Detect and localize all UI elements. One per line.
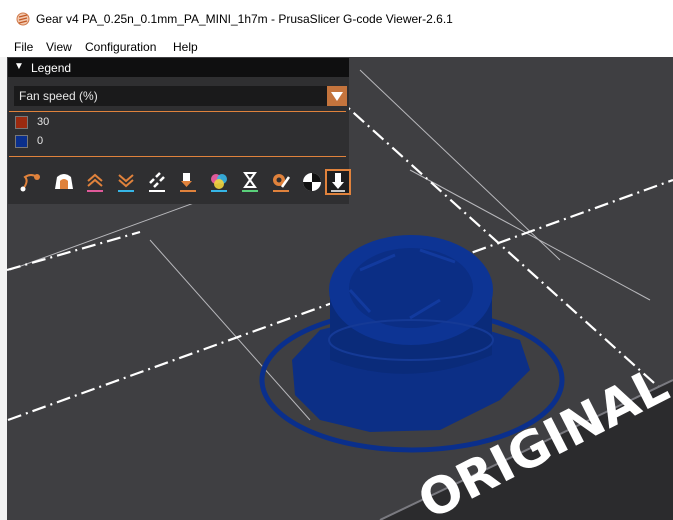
color-changes-toggle[interactable] (206, 169, 232, 195)
tool-changes-icon (180, 173, 196, 192)
seams-icon (149, 172, 165, 192)
tool-marker-icon (331, 173, 345, 192)
title-bar: Gear v4 PA_0.25n_0.1mm_PA_MINI_1h7m - Pr… (0, 0, 673, 37)
prusaslicer-app-icon (16, 12, 30, 26)
deretractions-icon (118, 174, 134, 192)
legend-item-label: 30 (37, 116, 50, 128)
wipe-toggle[interactable] (51, 169, 77, 195)
pause-prints-icon (242, 172, 258, 192)
window-title: Gear v4 PA_0.25n_0.1mm_PA_MINI_1h7m - Pr… (36, 12, 453, 26)
color-changes-icon (211, 174, 227, 192)
tool-marker-toggle[interactable] (325, 169, 351, 195)
left-panel-edge (0, 57, 7, 520)
collapse-arrow-icon[interactable]: ▼ (14, 61, 24, 72)
legend-header[interactable]: ▼ Legend (8, 58, 349, 77)
menu-help[interactable]: Help (173, 40, 198, 54)
view-type-select[interactable]: Fan speed (%) (14, 86, 347, 106)
legend-title: Legend (31, 61, 72, 75)
tool-changes-toggle[interactable] (175, 169, 201, 195)
seams-toggle[interactable] (144, 169, 170, 195)
retractions-icon (87, 173, 103, 192)
custom-gcodes-toggle[interactable] (268, 169, 294, 195)
wipe-icon (55, 174, 73, 189)
center-of-gravity-icon (303, 173, 321, 191)
menu-configuration[interactable]: Configuration (85, 40, 156, 54)
deretractions-toggle[interactable] (113, 169, 139, 195)
legend-panel: ▼ Legend Fan speed (%) 30 0 (8, 58, 351, 204)
legend-toolbar (15, 168, 351, 196)
center-of-gravity-toggle[interactable] (299, 169, 325, 195)
pause-prints-toggle[interactable] (237, 169, 263, 195)
travel-icon (20, 174, 40, 192)
menu-file[interactable]: File (14, 40, 33, 54)
dropdown-arrow-icon[interactable] (327, 86, 347, 106)
view-type-value: Fan speed (%) (19, 89, 98, 103)
retractions-toggle[interactable] (82, 169, 108, 195)
menu-bar: File View Configuration Help (0, 37, 673, 57)
travel-toggle[interactable] (17, 169, 43, 195)
legend-divider (9, 156, 346, 157)
legend-item-label: 0 (37, 135, 44, 147)
legend-swatch (15, 135, 28, 148)
custom-gcodes-icon (273, 174, 291, 192)
legend-divider (9, 111, 346, 112)
menu-view[interactable]: View (46, 40, 72, 54)
legend-swatch (15, 116, 28, 129)
